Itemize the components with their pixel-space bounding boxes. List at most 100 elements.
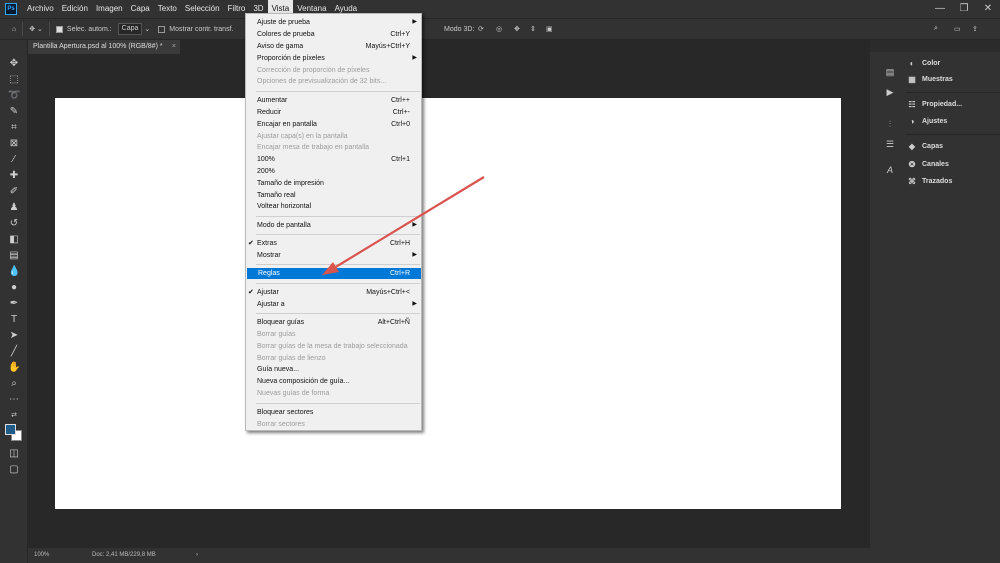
restore-button[interactable]: ❐: [952, 0, 976, 18]
more-tools-icon[interactable]: ⋯: [8, 394, 20, 406]
search-icon[interactable]: ⌕: [934, 18, 938, 40]
line-tool-icon[interactable]: ╱: [8, 346, 20, 358]
panel-adjustments[interactable]: ◑ Ajustes: [906, 114, 948, 128]
home-icon[interactable]: ⌂: [12, 18, 16, 40]
menu-imagen[interactable]: Imagen: [92, 0, 127, 18]
play-actions-icon[interactable]: ▶: [884, 86, 896, 98]
panel-color[interactable]: ◐ Color: [906, 56, 941, 70]
zoom-level[interactable]: 100%: [34, 548, 49, 563]
healing-brush-tool-icon[interactable]: ✚: [8, 170, 20, 182]
menu-item-reglas[interactable]: Reglas Ctrl+R: [247, 268, 421, 279]
clone-stamp-tool-icon[interactable]: ♟: [8, 202, 20, 214]
roll-3d-icon[interactable]: ◎: [496, 18, 502, 40]
hand-tool-icon[interactable]: ✋: [8, 362, 20, 374]
menu-seleccion[interactable]: Selección: [181, 0, 224, 18]
history-icon[interactable]: ▤: [884, 66, 896, 78]
camera-3d-icon[interactable]: ▣: [546, 18, 553, 40]
close-icon[interactable]: ×: [172, 40, 176, 54]
menu-item-bloquear-guias[interactable]: Bloquear guías Alt+Ctrl+Ñ: [246, 317, 421, 328]
status-menu-arrow-icon[interactable]: ›: [196, 548, 198, 563]
minimize-button[interactable]: —: [928, 0, 952, 18]
marquee-tool-icon[interactable]: ⬚: [8, 74, 20, 86]
orbit-3d-icon[interactable]: ⟳: [478, 18, 484, 40]
workspace-icon[interactable]: ▭: [954, 18, 961, 40]
eyedropper-tool-icon[interactable]: ⁄: [8, 154, 20, 166]
menu-item-nuevas-guias-forma: Nuevas guías de forma: [257, 390, 330, 397]
panel-layers[interactable]: ◆ Capas: [906, 139, 943, 153]
brush-tool-icon[interactable]: ✐: [8, 186, 20, 198]
character-icon[interactable]: A: [884, 164, 896, 176]
auto-select-value[interactable]: Capa: [117, 23, 143, 35]
close-button[interactable]: ✕: [976, 0, 1000, 18]
menu-item-tamano-impresion[interactable]: Tamaño de impresión: [246, 178, 421, 189]
divider: [906, 134, 1000, 135]
menu-item-extras[interactable]: ✔ Extras Ctrl+H: [246, 238, 421, 249]
menu-item-colores-de-prueba[interactable]: Colores de prueba Ctrl+Y: [246, 29, 421, 40]
auto-select-dropdown[interactable]: Capa ⌄: [117, 18, 150, 40]
menu-item-reducir[interactable]: Reducir Ctrl+-: [246, 107, 421, 118]
document-tab[interactable]: Plantilla Apertura.psd al 100% (RGB/8#) …: [28, 40, 180, 54]
menu-item-ajustar[interactable]: ✔ Ajustar Mayús+Ctrl+<: [246, 287, 421, 298]
type-tool-icon[interactable]: T: [8, 314, 20, 326]
blur-tool-icon[interactable]: 💧: [8, 266, 20, 278]
menu-item-borrar-guias-mesa: Borrar guías de la mesa de trabajo selec…: [257, 343, 408, 350]
menu-item-guia-nueva[interactable]: Guía nueva...: [246, 364, 421, 375]
sliders-icon[interactable]: ☰: [884, 138, 896, 150]
menu-separator: [256, 91, 420, 92]
frame-tool-icon[interactable]: ⊠: [8, 138, 20, 150]
path-selection-tool-icon[interactable]: ➤: [8, 330, 20, 342]
auto-select-checkbox[interactable]: [55, 25, 63, 33]
menu-item-bloquear-sectores[interactable]: Bloquear sectores: [246, 407, 421, 418]
zoom-tool-icon[interactable]: ⌕: [8, 378, 20, 390]
document-canvas[interactable]: [55, 98, 841, 509]
menu-capa[interactable]: Capa: [127, 0, 154, 18]
quick-mask-icon[interactable]: ◫: [8, 448, 20, 460]
crop-tool-icon[interactable]: ⌗: [8, 122, 20, 134]
swap-colors-icon[interactable]: ⇄: [8, 410, 20, 422]
move-tool-icon[interactable]: ✥ ⌄: [29, 18, 43, 40]
menu-edicion[interactable]: Edición: [58, 0, 92, 18]
collapsed-panel-strip: ▤ ▶ ⫶ ☰ A: [880, 64, 900, 563]
menu-item-mostrar[interactable]: Mostrar ▶: [246, 250, 421, 261]
quick-selection-tool-icon[interactable]: ✎: [8, 106, 20, 118]
history-brush-tool-icon[interactable]: ↺: [8, 218, 20, 230]
menu-item-ajustar-a[interactable]: Ajustar a ▶: [246, 299, 421, 310]
show-transform-option[interactable]: Mostrar contr. transf.: [158, 18, 233, 40]
document-workspace[interactable]: [28, 54, 870, 548]
pen-tool-icon[interactable]: ✒: [8, 298, 20, 310]
menu-item-100[interactable]: 100% Ctrl+1: [246, 154, 421, 165]
menu-item-encajar-en-pantalla[interactable]: Encajar en pantalla Ctrl+0: [246, 119, 421, 130]
panel-swatches[interactable]: ▦ Muestras: [906, 72, 953, 86]
menu-item-opciones-32-bits: Opciones de previsualización de 32 bits.…: [257, 78, 387, 85]
menu-item-tamano-real[interactable]: Tamaño real: [246, 190, 421, 201]
screen-mode-icon[interactable]: ▢: [8, 464, 20, 476]
menu-item-200[interactable]: 200%: [246, 166, 421, 177]
menu-texto[interactable]: Texto: [154, 0, 181, 18]
panel-channels[interactable]: ❂ Canales: [906, 157, 949, 171]
panel-properties[interactable]: ☷ Propiedad...: [906, 97, 962, 111]
menu-item-nueva-composicion-guia[interactable]: Nueva composición de guía...: [246, 376, 421, 387]
lasso-tool-icon[interactable]: ➰: [8, 90, 20, 102]
auto-select-option[interactable]: Selec. autom.:: [55, 18, 112, 40]
menu-item-voltear-horizontal[interactable]: Voltear horizontal: [246, 201, 421, 212]
photoshop-logo-icon: Ps: [5, 3, 17, 15]
eraser-tool-icon[interactable]: ◧: [8, 234, 20, 246]
gradient-tool-icon[interactable]: ▤: [8, 250, 20, 262]
menu-item-modo-de-pantalla[interactable]: Modo de pantalla ▶: [246, 220, 421, 231]
pan-3d-icon[interactable]: ✥: [514, 18, 520, 40]
menu-item-proporcion-de-pixeles[interactable]: Proporción de píxeles ▶: [246, 53, 421, 64]
menu-item-aumentar[interactable]: Aumentar Ctrl++: [246, 95, 421, 106]
move-tool-icon[interactable]: ✥: [8, 58, 20, 70]
divider: [906, 92, 1000, 93]
menu-archivo[interactable]: Archivo: [23, 0, 58, 18]
menu-item-aviso-de-gama[interactable]: Aviso de gama Mayús+Ctrl+Y: [246, 41, 421, 52]
dodge-tool-icon[interactable]: ●: [8, 282, 20, 294]
menu-item-ajuste-de-prueba[interactable]: Ajuste de prueba ▶: [246, 17, 421, 28]
panel-swatches-label: Muestras: [922, 75, 953, 83]
show-transform-checkbox[interactable]: [158, 25, 166, 33]
slide-3d-icon[interactable]: ⇕: [530, 18, 536, 40]
share-icon[interactable]: ⇪: [972, 18, 978, 40]
adjustments-icon[interactable]: ⫶: [884, 118, 896, 130]
panel-paths[interactable]: ⌘ Trazados: [906, 174, 952, 188]
foreground-color-swatch[interactable]: [5, 424, 16, 435]
